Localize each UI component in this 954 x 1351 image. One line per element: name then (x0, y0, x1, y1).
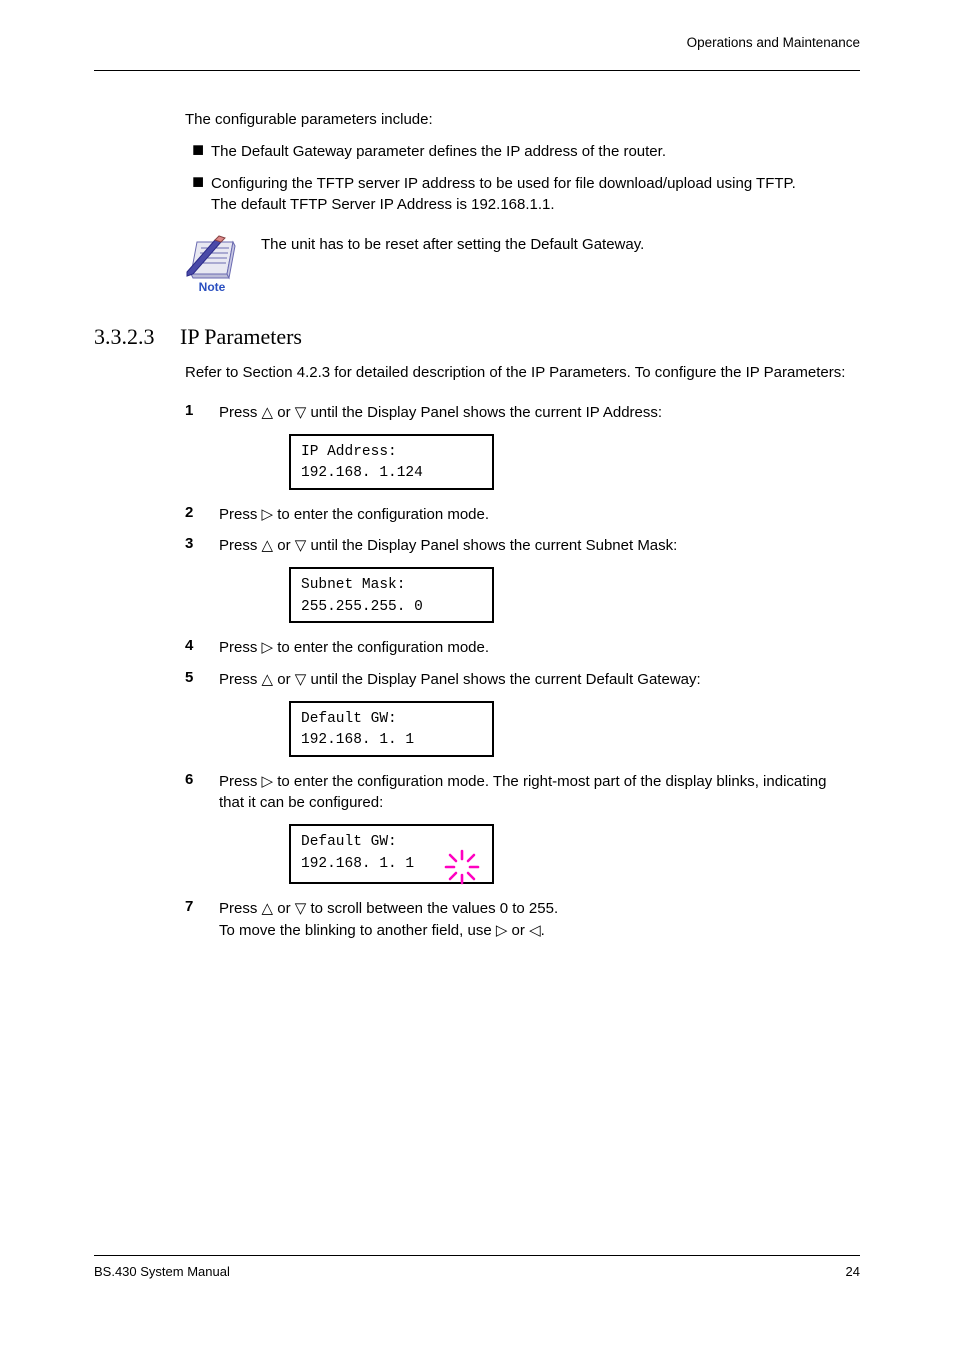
text: until the Display Panel shows the curren… (306, 404, 662, 421)
footer: BS.430 System Manual 24 (94, 1255, 860, 1279)
down-icon: ▽ (295, 671, 307, 688)
step: 5 Press △ or ▽ until the Display Panel s… (185, 669, 840, 691)
step-number: 5 (185, 669, 219, 686)
footer-left: BS.430 System Manual (94, 1264, 230, 1279)
step-number: 7 (185, 898, 219, 915)
text: until the Display Panel shows the curren… (306, 671, 700, 688)
display-line: 255.255.255. 0 (301, 597, 482, 619)
text: Press (219, 404, 262, 421)
header-right: Operations and Maintenance (94, 35, 860, 50)
text: Press (219, 671, 262, 688)
right-icon: ▷ (496, 922, 508, 939)
up-icon: △ (262, 671, 274, 688)
step: 3 Press △ or ▽ until the Display Panel s… (185, 535, 840, 557)
text: . (541, 922, 545, 939)
display-line: Subnet Mask: (301, 575, 482, 597)
section-title: IP Parameters (180, 324, 302, 349)
step-number: 4 (185, 637, 219, 654)
display-line: 192.168. 1. 1 (301, 730, 482, 752)
text: or (273, 671, 295, 688)
step: 2 Press ▷ to enter the configuration mod… (185, 504, 840, 526)
step: 6 Press ▷ to enter the configuration mod… (185, 771, 840, 815)
note-row: Note The unit has to be reset after sett… (185, 234, 822, 296)
text: Press (219, 537, 262, 554)
display-line: Default GW: (301, 709, 482, 731)
up-icon: △ (262, 404, 274, 421)
text: To move the blinking to another field, u… (219, 922, 496, 939)
display-box: Subnet Mask: 255.255.255. 0 (289, 567, 494, 623)
step-number: 1 (185, 402, 219, 419)
bullet-item: ■ The Default Gateway parameter defines … (185, 141, 822, 163)
step: 1 Press △ or ▽ until the Display Panel s… (185, 402, 840, 424)
bullet-text: The Default Gateway parameter defines th… (211, 141, 822, 163)
text: to scroll between the values 0 to 255. (306, 900, 558, 917)
text: Press ▷ to enter the configuration mode. (219, 504, 840, 526)
text: until the Display Panel shows the curren… (306, 537, 677, 554)
section-number: 3.3.2.3 (94, 324, 180, 350)
display-line: IP Address: (301, 442, 482, 464)
bullet-text: Configuring the TFTP server IP address t… (211, 173, 822, 217)
header-rule (94, 70, 860, 71)
step-number: 2 (185, 504, 219, 521)
step-body: Press ▷ to enter the configuration mode.… (219, 771, 840, 815)
down-icon: ▽ (295, 537, 307, 554)
display-box: Default GW: 192.168. 1. 1 (289, 824, 494, 884)
down-icon: ▽ (295, 404, 307, 421)
bullet-item: ■ Configuring the TFTP server IP address… (185, 173, 822, 217)
text: Press (219, 900, 262, 917)
text: or (507, 922, 529, 939)
step-number: 3 (185, 535, 219, 552)
step-body: Press △ or ▽ until the Display Panel sho… (219, 402, 840, 424)
right-icon: ▷ (262, 773, 274, 790)
text: Press (219, 773, 262, 790)
text: or (273, 900, 295, 917)
footer-rule (94, 1255, 860, 1256)
note-label: Note (185, 279, 239, 296)
step: 4 Press ▷ to enter the configuration mod… (185, 637, 840, 659)
step-number: 6 (185, 771, 219, 788)
note-text: The unit has to be reset after setting t… (261, 234, 822, 256)
down-icon: ▽ (295, 900, 307, 917)
note-icon: Note (185, 234, 239, 296)
display-line: 192.168. 1.124 (301, 463, 482, 485)
up-icon: △ (262, 900, 274, 917)
step-body: Press △ or ▽ to scroll between the value… (219, 898, 840, 942)
step-body: Press △ or ▽ until the Display Panel sho… (219, 669, 840, 691)
bullet-marker: ■ (185, 141, 211, 163)
steps-list: 1 Press △ or ▽ until the Display Panel s… (185, 402, 840, 942)
section-intro: Refer to Section 4.2.3 for detailed desc… (185, 362, 860, 384)
display-box: Default GW: 192.168. 1. 1 (289, 701, 494, 757)
section-heading: 3.3.2.3IP Parameters (94, 324, 860, 350)
step-body: Press △ or ▽ until the Display Panel sho… (219, 535, 840, 557)
left-icon: ◁ (529, 922, 541, 939)
blink-icon (444, 849, 480, 894)
up-icon: △ (262, 537, 274, 554)
step: 7 Press △ or ▽ to scroll between the val… (185, 898, 840, 942)
text: Press ▷ to enter the configuration mode. (219, 637, 840, 659)
step-body: Press ▷ to enter the configuration mode. (219, 504, 840, 526)
intro-block: The configurable parameters include: ■ T… (185, 109, 822, 296)
bullet-marker: ■ (185, 173, 211, 217)
step-body: Press ▷ to enter the configuration mode. (219, 637, 840, 659)
text: or (273, 537, 295, 554)
text: to enter the configuration mode. The rig… (219, 773, 826, 812)
text: or (273, 404, 295, 421)
display-box: IP Address: 192.168. 1.124 (289, 434, 494, 490)
footer-right: 24 (846, 1264, 860, 1279)
intro-text: The configurable parameters include: (185, 109, 822, 131)
